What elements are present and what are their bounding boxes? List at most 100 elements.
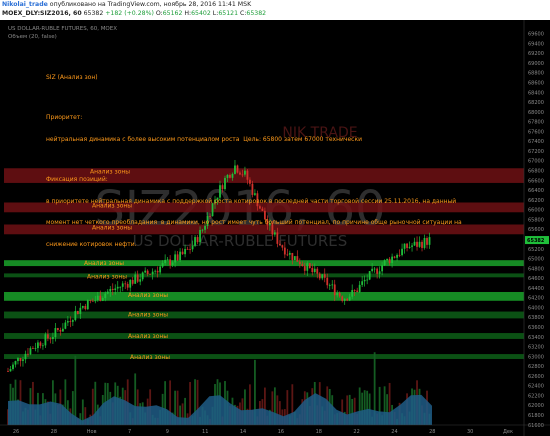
price-tick-label: 69000: [528, 61, 544, 67]
candle-body: [146, 270, 149, 274]
volume-indicator-label[interactable]: Объем (20, false): [8, 34, 57, 40]
time-tick-label: 24: [391, 429, 397, 435]
price-tick-label: 65800: [528, 217, 544, 223]
note-fix-text-1: в приоритете нейтральная динамика с подд…: [46, 197, 457, 205]
time-tick-label: 30: [467, 429, 473, 435]
candle-body: [22, 359, 24, 361]
candle-body: [306, 263, 309, 271]
candle-body: [376, 268, 379, 274]
price-tick-label: 66000: [528, 208, 544, 214]
candle-body: [311, 268, 314, 273]
price-tick-label: 68400: [528, 90, 544, 96]
candle-body: [371, 268, 374, 272]
candle-body: [338, 292, 341, 297]
candle-body: [303, 266, 306, 271]
price-tick-label: 68200: [528, 100, 544, 106]
candle-body: [373, 268, 376, 270]
candle-body: [76, 310, 79, 315]
last-price-tag-label: 65382: [527, 238, 545, 244]
candle-body: [64, 322, 67, 329]
price-tick-label: 67600: [528, 129, 544, 135]
time-tick-label: 26: [13, 429, 19, 435]
price-tick-label: 64600: [528, 276, 544, 282]
price-tick-label: 62800: [528, 364, 544, 370]
candle-body: [69, 321, 72, 322]
candle-body: [66, 321, 69, 323]
candle-body: [326, 277, 329, 286]
candle-body: [71, 320, 74, 322]
price-tick-label: 61800: [528, 413, 544, 419]
price-axis[interactable]: 69600 69400 69200 69000 68800 68600 68400 68200…: [523, 20, 549, 436]
symbol-name: MOEX_DLY:SIZ2016, 60: [2, 10, 82, 17]
candle-body: [54, 328, 57, 338]
price-tick-label: 68000: [528, 110, 544, 116]
candle-body: [7, 371, 9, 373]
candle-body: [308, 263, 311, 269]
price-tick-label: 63200: [528, 345, 544, 351]
candle-body: [301, 264, 304, 267]
note-priority-label: Приоритет:: [46, 114, 83, 122]
price-tick-label: 67800: [528, 120, 544, 126]
candle-body: [42, 345, 44, 347]
price-tick-label: 67400: [528, 139, 544, 145]
zone-band: [4, 291, 524, 301]
time-tick-label: 18: [316, 429, 322, 435]
zone-label: Анализ зоны: [128, 292, 168, 299]
candle-body: [56, 328, 59, 330]
candle-body: [96, 295, 99, 301]
price-tick-label: 63800: [528, 315, 544, 321]
candle-body: [61, 328, 64, 332]
candle-body: [17, 358, 19, 362]
candle-body: [134, 274, 137, 284]
time-tick-label: 28: [429, 429, 435, 435]
zone-label: Анализ зоны: [87, 273, 127, 280]
price-tick-label: 64000: [528, 305, 544, 311]
candle-body: [104, 293, 107, 299]
candle-body: [318, 273, 321, 279]
price-tick-label: 66400: [528, 188, 544, 194]
zone-label: Анализ зоны: [128, 312, 168, 319]
candle-body: [121, 283, 124, 287]
candle-body: [159, 266, 162, 273]
price-tick-label: 69400: [528, 41, 544, 47]
candle-body: [49, 338, 52, 340]
time-axis[interactable]: 26 28 Нов 7 9 11 14 16 18 22 24 28 30 Дек: [0, 424, 550, 435]
low-value: 65121: [218, 10, 239, 17]
zone-band: [4, 354, 524, 359]
candle-body: [358, 284, 361, 292]
candle-body: [346, 298, 349, 301]
candle-body: [29, 348, 32, 355]
candle-body: [381, 265, 384, 272]
candle-body: [101, 298, 104, 301]
candle-body: [51, 337, 54, 339]
price-tick-label: 69600: [528, 32, 544, 38]
zone-band: [4, 311, 524, 319]
last-price: 65382: [83, 10, 104, 17]
candle-body: [14, 361, 17, 365]
chart-panel[interactable]: SIZ2016, 60 US DOLLAR-RUBLE FUTURES NIK …: [0, 20, 550, 436]
candle-body: [356, 290, 359, 292]
candle-body: [151, 271, 154, 275]
candle-body: [111, 288, 114, 291]
candle-body: [74, 310, 77, 321]
symbol-line: MOEX_DLY:SIZ2016, 60 65382 +182 (+0.28%)…: [2, 10, 266, 18]
note-fix-text-3: снижение котировок нефти.: [46, 240, 137, 248]
author-link[interactable]: Nikolai_trade: [2, 1, 48, 8]
candle-body: [27, 353, 29, 355]
price-tick-label: 66800: [528, 169, 544, 175]
price-tick-label: 62600: [528, 374, 544, 380]
candle-body: [59, 329, 62, 332]
candle-body: [149, 273, 152, 275]
candle-body: [316, 268, 319, 274]
price-tick-label: 62200: [528, 393, 544, 399]
time-tick-label: Нов: [87, 429, 97, 435]
candle-body: [91, 300, 94, 302]
candle-body: [89, 300, 92, 301]
time-tick-label: 7: [128, 429, 131, 435]
candle-body: [341, 296, 344, 301]
note-heading: SIZ (Анализ зон): [46, 74, 98, 82]
candle-body: [328, 285, 331, 286]
candle-body: [81, 306, 84, 308]
time-tick-label: 16: [278, 429, 284, 435]
candle-body: [37, 342, 39, 349]
